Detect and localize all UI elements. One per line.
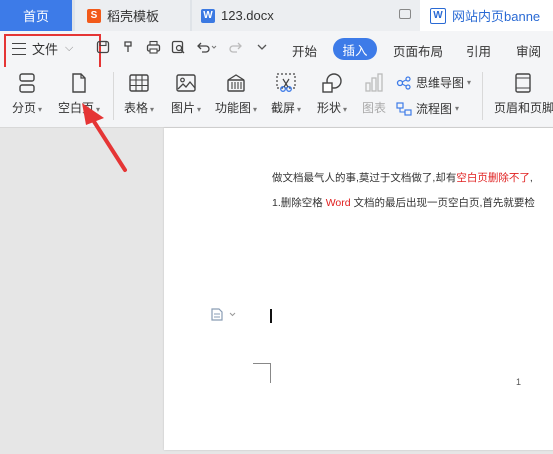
annotation-arrow: [82, 103, 127, 172]
